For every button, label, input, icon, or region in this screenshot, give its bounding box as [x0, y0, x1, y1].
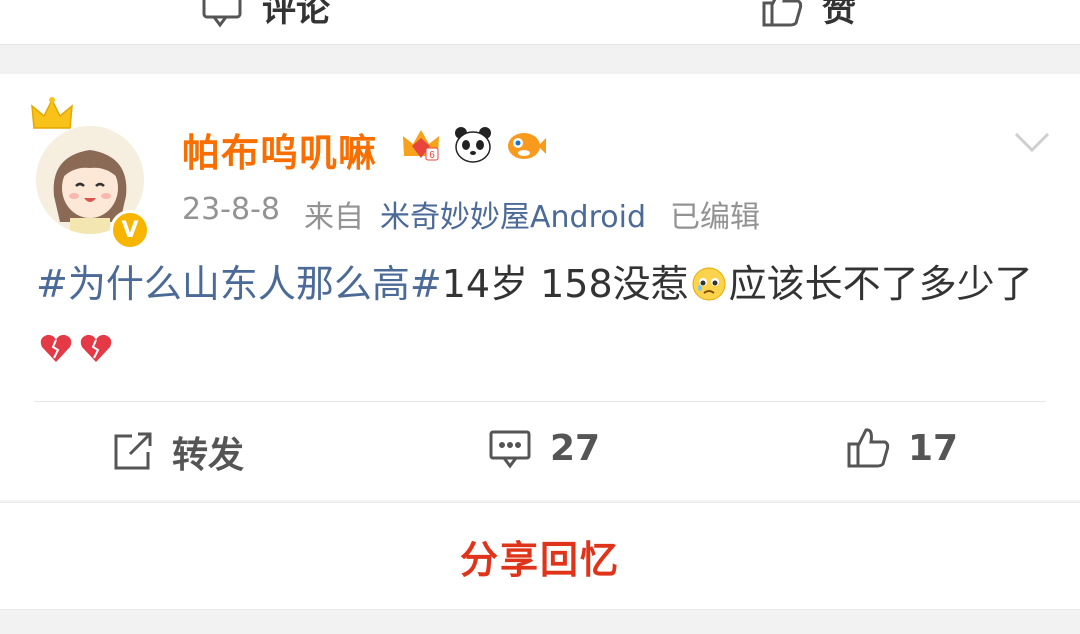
share-memory-bar: 分享回忆: [0, 502, 1080, 610]
repost-icon: [114, 432, 152, 470]
like-count: 17: [908, 427, 959, 469]
panda-badge-icon[interactable]: [452, 124, 494, 166]
previous-post-actions: 评论 赞: [0, 0, 1080, 45]
broken-heart-emoji: [80, 334, 112, 362]
svg-text:6: 6: [429, 150, 435, 161]
post-card: V 帕布呜叽嘛 6 23-8-8 来自 米奇妙妙屋Android 已编辑 #为什…: [0, 74, 1080, 500]
previous-comment-button[interactable]: 评论: [200, 0, 330, 31]
post-text-part2: 应该长不了多少了: [728, 262, 1033, 306]
repost-label: 转发: [172, 435, 245, 476]
previous-comment-label: 评论: [262, 0, 330, 30]
crown-badge-icon[interactable]: 6: [400, 124, 442, 166]
chevron-down-icon[interactable]: [1012, 128, 1052, 156]
thumbs-up-icon: [762, 0, 803, 26]
thumbs-up-icon: [847, 428, 890, 468]
share-memory-button[interactable]: 分享回忆: [460, 529, 620, 584]
username[interactable]: 帕布呜叽嘛: [182, 122, 377, 177]
source-prefix: 来自: [304, 200, 364, 235]
fish-badge-icon[interactable]: [504, 124, 546, 166]
repost-button[interactable]: 转发: [110, 426, 244, 478]
comment-icon: [489, 430, 531, 469]
post-actions: 转发 27 17: [0, 426, 1080, 482]
topic-hashtag[interactable]: #为什么山东人那么高#: [36, 262, 442, 306]
avatar-container[interactable]: V: [28, 94, 152, 250]
comment-icon: [202, 0, 242, 27]
pleading-face-emoji: [692, 267, 726, 301]
comment-button[interactable]: 27: [488, 426, 600, 470]
previous-like-button[interactable]: 赞: [760, 0, 856, 31]
crown-icon: [31, 97, 73, 129]
post-date: 23-8-8: [182, 192, 280, 227]
previous-like-label: 赞: [822, 0, 856, 30]
edited-label[interactable]: 已编辑: [670, 192, 760, 236]
broken-heart-emoji: [40, 334, 72, 362]
like-button[interactable]: 17: [846, 426, 958, 470]
divider: [34, 401, 1046, 402]
verified-badge: V: [110, 210, 150, 250]
comment-count: 27: [550, 427, 601, 469]
post-meta: 23-8-8 来自 米奇妙妙屋Android 已编辑: [182, 192, 760, 236]
source-link[interactable]: 米奇妙妙屋Android: [380, 192, 646, 236]
post-body: #为什么山东人那么高#14岁 158没惹 应该长不了多少了: [36, 252, 1046, 380]
user-badges: 6: [400, 124, 546, 166]
post-text-part1: 14岁 158没惹: [441, 262, 689, 306]
